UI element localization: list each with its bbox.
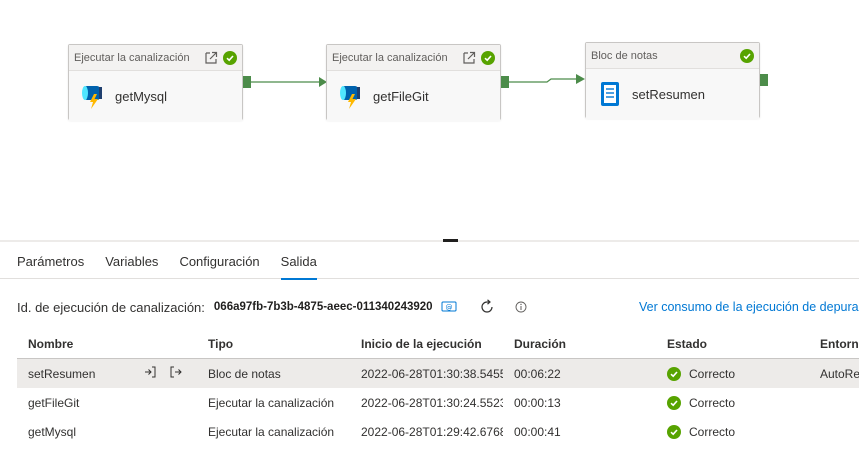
row-duration: 00:00:13: [514, 395, 561, 410]
tab-variables[interactable]: Variables: [105, 243, 158, 279]
activity-type-label: Ejecutar la canalización: [332, 51, 448, 64]
refresh-icon[interactable]: [479, 299, 495, 315]
row-status: Correcto: [656, 366, 809, 381]
activity-name: getFileGit: [373, 88, 429, 104]
run-id-label: Id. de ejecución de canalización:: [17, 299, 205, 315]
activity-node-getmysql[interactable]: Ejecutar la canalización getMysql: [68, 44, 243, 121]
activity-node-setresumen[interactable]: Bloc de notas setResumen: [585, 42, 760, 119]
view-debug-consumption-link[interactable]: Ver consumo de la ejecución de depuració…: [639, 300, 859, 314]
row-duration: 00:06:22: [514, 366, 561, 381]
row-start: 2022-06-28T01:29:42.6768: [361, 424, 503, 439]
open-external-icon[interactable]: [203, 50, 219, 66]
activity-node-header: Ejecutar la canalización: [69, 45, 242, 71]
activity-name: getMysql: [115, 88, 168, 104]
tab-configuracion[interactable]: Configuración: [179, 243, 259, 279]
activity-name[interactable]: getMysql: [28, 425, 197, 439]
execute-pipeline-icon: [337, 82, 365, 110]
row-name-cell: getFileGit: [17, 396, 197, 410]
run-id-value: 066a97fb-7b3b-4875-aeec-011340243920: [213, 301, 433, 313]
activity-name[interactable]: getFileGit: [28, 396, 197, 410]
row-type: Ejecutar la canalización: [208, 395, 335, 410]
activity-name: setResumen: [632, 86, 705, 102]
row-environment: AutoRes: [820, 366, 859, 381]
output-port[interactable]: [501, 76, 509, 88]
dependency-connector[interactable]: [509, 72, 589, 88]
row-status: Correcto: [656, 424, 809, 439]
tab-salida[interactable]: Salida: [280, 243, 317, 280]
status-text: Correcto: [689, 424, 736, 439]
table-row[interactable]: setResumen Bloc de notas 2022-06-28T01:3…: [17, 359, 859, 388]
execute-pipeline-icon: [79, 82, 107, 110]
dependency-connector[interactable]: [251, 75, 331, 89]
panel-splitter[interactable]: [0, 240, 859, 242]
success-check-icon: [740, 48, 754, 63]
activity-type-label: Ejecutar la canalización: [74, 51, 190, 64]
status-text: Correcto: [689, 395, 736, 410]
column-header-status[interactable]: Estado: [656, 337, 809, 351]
activity-runs-table: Nombre Tipo Inicio de la ejecución Durac…: [17, 329, 859, 446]
activity-node-header: Ejecutar la canalización: [327, 45, 500, 71]
column-header-duration[interactable]: Duración: [503, 337, 656, 351]
row-name-cell: getMysql: [17, 425, 197, 439]
table-header-row: Nombre Tipo Inicio de la ejecución Durac…: [17, 329, 859, 359]
success-check-icon: [667, 366, 681, 381]
output-icon[interactable]: [169, 365, 183, 382]
success-check-icon: [667, 424, 681, 439]
row-actions: [143, 365, 183, 382]
row-start: 2022-06-28T01:30:38.5455: [361, 366, 503, 381]
row-type: Ejecutar la canalización: [208, 424, 335, 439]
column-header-type[interactable]: Tipo: [197, 337, 350, 351]
pipeline-run-id-row: Id. de ejecución de canalización: 066a97…: [17, 294, 527, 320]
row-name-cell: setResumen: [17, 365, 197, 382]
column-header-name[interactable]: Nombre: [17, 337, 197, 351]
column-header-environment[interactable]: Entorno: [809, 337, 859, 351]
row-type: Bloc de notas: [208, 366, 281, 381]
activity-node-getfilegit[interactable]: Ejecutar la canalización getFileGit: [326, 44, 501, 121]
activity-node-body: getFileGit: [327, 71, 500, 121]
output-port[interactable]: [760, 74, 768, 86]
output-port[interactable]: [243, 76, 251, 88]
row-status: Correcto: [656, 395, 809, 410]
status-text: Correcto: [689, 366, 736, 381]
open-external-icon[interactable]: [461, 50, 477, 66]
activity-node-body: setResumen: [586, 69, 759, 119]
activity-node-header: Bloc de notas: [586, 43, 759, 69]
pipeline-canvas[interactable]: Ejecutar la canalización getMysql Ejecut…: [0, 0, 859, 240]
activity-name[interactable]: setResumen: [28, 367, 143, 381]
activity-node-body: getMysql: [69, 71, 242, 121]
notebook-icon: [596, 80, 624, 108]
activity-type-label: Bloc de notas: [591, 49, 658, 62]
success-check-icon: [481, 50, 495, 65]
splitter-grip-handle[interactable]: [443, 239, 458, 242]
column-header-start[interactable]: Inicio de la ejecución: [350, 337, 503, 351]
table-row[interactable]: getFileGit Ejecutar la canalización 2022…: [17, 388, 859, 417]
row-duration: 00:00:41: [514, 424, 561, 439]
svg-text:@: @: [445, 304, 452, 312]
success-check-icon: [223, 50, 237, 65]
tab-parametros[interactable]: Parámetros: [17, 243, 84, 279]
row-start: 2022-06-28T01:30:24.5523: [361, 395, 503, 410]
bottom-panel-tabs: Parámetros Variables Configuración Salid…: [0, 243, 859, 280]
copy-icon[interactable]: @: [441, 300, 457, 314]
info-icon[interactable]: [515, 301, 527, 313]
table-row[interactable]: getMysql Ejecutar la canalización 2022-0…: [17, 417, 859, 446]
input-icon[interactable]: [143, 365, 157, 382]
success-check-icon: [667, 395, 681, 410]
